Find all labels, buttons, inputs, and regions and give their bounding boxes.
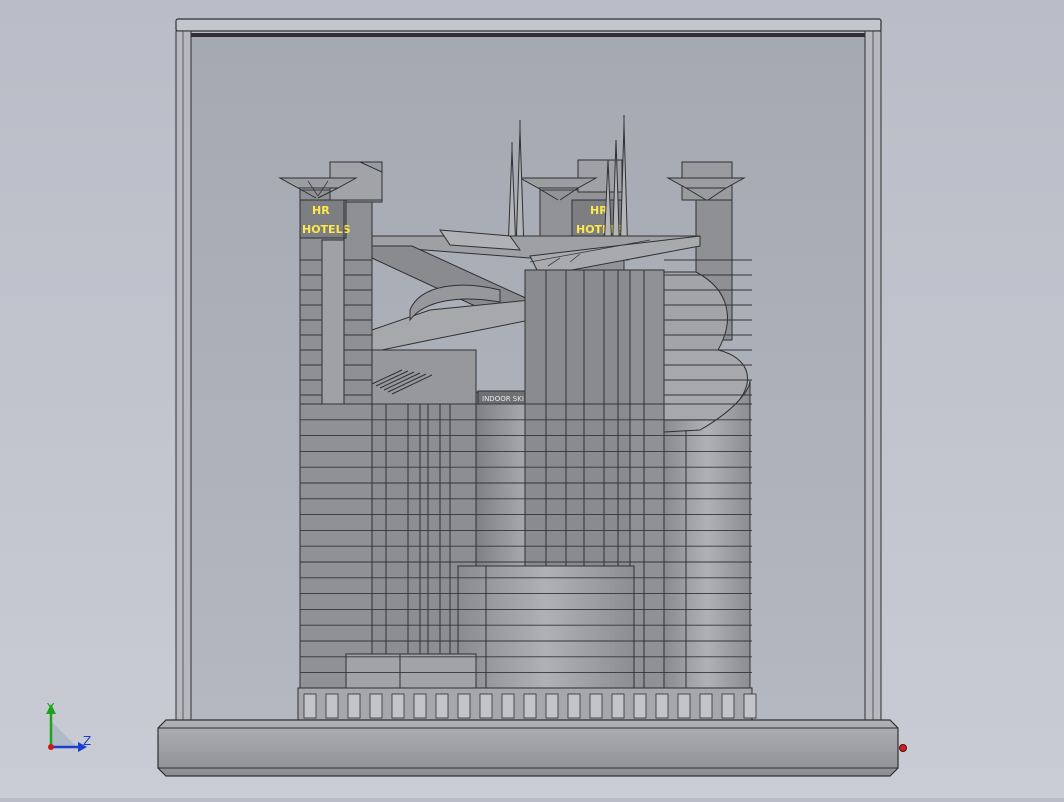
left-sign-line1: HR bbox=[312, 204, 330, 217]
triad-y-label: Y bbox=[46, 701, 55, 715]
model-render[interactable]: HR HOTELS HR HOTELS INDOOR SKIING HOTEL … bbox=[0, 0, 1064, 798]
case-inner-top bbox=[190, 33, 866, 37]
base-indicator-dot bbox=[899, 744, 907, 752]
lower-drum bbox=[457, 565, 635, 691]
base-plinth[interactable] bbox=[157, 719, 907, 777]
case-top-frame bbox=[175, 18, 882, 32]
triad-origin bbox=[48, 744, 54, 750]
triad-z-label: Z bbox=[83, 734, 91, 748]
left-sign-line2: HOTELS bbox=[302, 223, 351, 236]
case-left-post bbox=[175, 30, 192, 725]
graphics-viewport[interactable]: HR HOTELS HR HOTELS INDOOR SKIING HOTEL … bbox=[0, 0, 1064, 798]
ground-floor bbox=[297, 687, 757, 721]
reference-triad: Y Z bbox=[46, 701, 91, 752]
